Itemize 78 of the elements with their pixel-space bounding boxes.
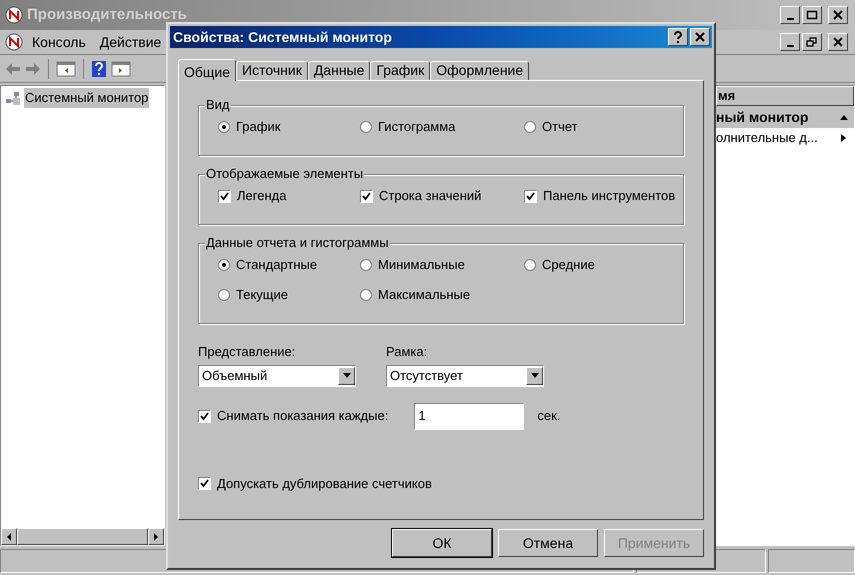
checkbox[interactable] <box>198 410 211 422</box>
tab[interactable]: Источник <box>236 61 308 80</box>
menu-item[interactable]: Консоль <box>27 32 91 52</box>
tab[interactable]: Оформление <box>430 61 530 80</box>
pane-icon[interactable] <box>56 60 76 78</box>
option-label: Строка значений <box>379 188 482 204</box>
option-label: Панель инструментов <box>543 188 676 204</box>
combo-label: Представление: <box>198 343 296 361</box>
close-button[interactable] <box>828 33 848 51</box>
restore-icon <box>806 37 818 47</box>
scroll-left-icon[interactable] <box>6 532 12 540</box>
scroll-right-icon[interactable] <box>153 532 159 540</box>
close-icon <box>694 32 706 42</box>
close-icon <box>832 10 844 20</box>
minimize-button[interactable] <box>780 6 800 24</box>
option-label: Средние <box>542 257 595 273</box>
radio-button[interactable] <box>360 259 372 271</box>
restore-button[interactable] <box>802 33 822 51</box>
checkbox[interactable] <box>360 190 373 202</box>
dropdown-arrow-icon <box>530 373 538 378</box>
option-label: Гистограмма <box>378 119 456 135</box>
expand-arrow-icon[interactable] <box>841 134 846 142</box>
minimize-icon <box>786 44 794 46</box>
option-label: Текущие <box>236 287 288 303</box>
option-label: Отчет <box>542 119 578 135</box>
radio-button[interactable] <box>218 121 230 133</box>
group-title: Данные отчета и гистограммы <box>205 235 390 251</box>
collapse-arrow-icon[interactable] <box>840 114 848 120</box>
close-icon <box>832 37 844 47</box>
option-label: График <box>236 119 280 135</box>
maximize-button[interactable] <box>802 6 822 24</box>
column-header[interactable]: мя <box>716 86 854 106</box>
interval-input[interactable]: 1 <box>414 402 524 430</box>
checkbox[interactable] <box>198 476 211 490</box>
checkbox[interactable] <box>218 190 231 202</box>
dropdown[interactable]: Объемный <box>198 364 356 386</box>
dialog-title: Свойства: Системный монитор <box>173 28 393 47</box>
option-label: Стандартные <box>236 257 318 273</box>
app-icon <box>5 6 23 24</box>
option-label: Легенда <box>237 188 286 204</box>
close-button[interactable] <box>828 6 848 24</box>
window-title: Производительность <box>27 4 188 25</box>
tab[interactable]: Данные <box>308 61 370 80</box>
combo-label: Рамка: <box>386 343 428 361</box>
group-title: Вид <box>205 97 231 113</box>
tree-item[interactable]: Системный монитор <box>24 88 150 108</box>
minimize-button[interactable] <box>780 33 800 51</box>
radio-button[interactable] <box>524 259 536 271</box>
radio-button[interactable] <box>360 121 372 133</box>
tab[interactable]: График <box>370 61 430 80</box>
radio-button[interactable] <box>218 259 230 271</box>
checkbox[interactable] <box>524 190 537 202</box>
tab[interactable]: Общие <box>178 59 236 81</box>
tree-node-icon <box>5 90 21 106</box>
list-item[interactable]: олнительные д... <box>716 128 841 148</box>
minimize-icon <box>786 18 794 20</box>
help-button[interactable] <box>668 28 688 46</box>
menu-item[interactable]: Действие <box>94 32 166 52</box>
app-icon <box>5 33 23 51</box>
pane-icon[interactable] <box>111 60 131 78</box>
option-label: Минимальные <box>378 257 465 273</box>
dialog-button[interactable]: Отмена <box>498 529 598 557</box>
group-title: Отображаемые элементы <box>205 166 364 182</box>
unit-label: сек. <box>537 407 560 426</box>
checkbox-label: Допускать дублирование счетчиков <box>217 474 432 493</box>
option-label: Максимальные <box>378 287 470 303</box>
question-mark-icon <box>673 31 683 43</box>
horizontal-scrollbar[interactable] <box>1 528 164 545</box>
radio-button[interactable] <box>524 121 536 133</box>
close-button[interactable] <box>690 28 710 46</box>
dialog-button[interactable]: ОК <box>392 529 492 557</box>
help-icon[interactable] <box>91 60 107 78</box>
checkbox-label: Снимать показания каждые: <box>217 407 388 426</box>
radio-button[interactable] <box>218 289 230 301</box>
maximize-icon <box>806 10 818 20</box>
dropdown[interactable]: Отсутствует <box>386 364 544 386</box>
radio-button[interactable] <box>360 289 372 301</box>
dropdown-arrow-icon <box>342 373 350 378</box>
